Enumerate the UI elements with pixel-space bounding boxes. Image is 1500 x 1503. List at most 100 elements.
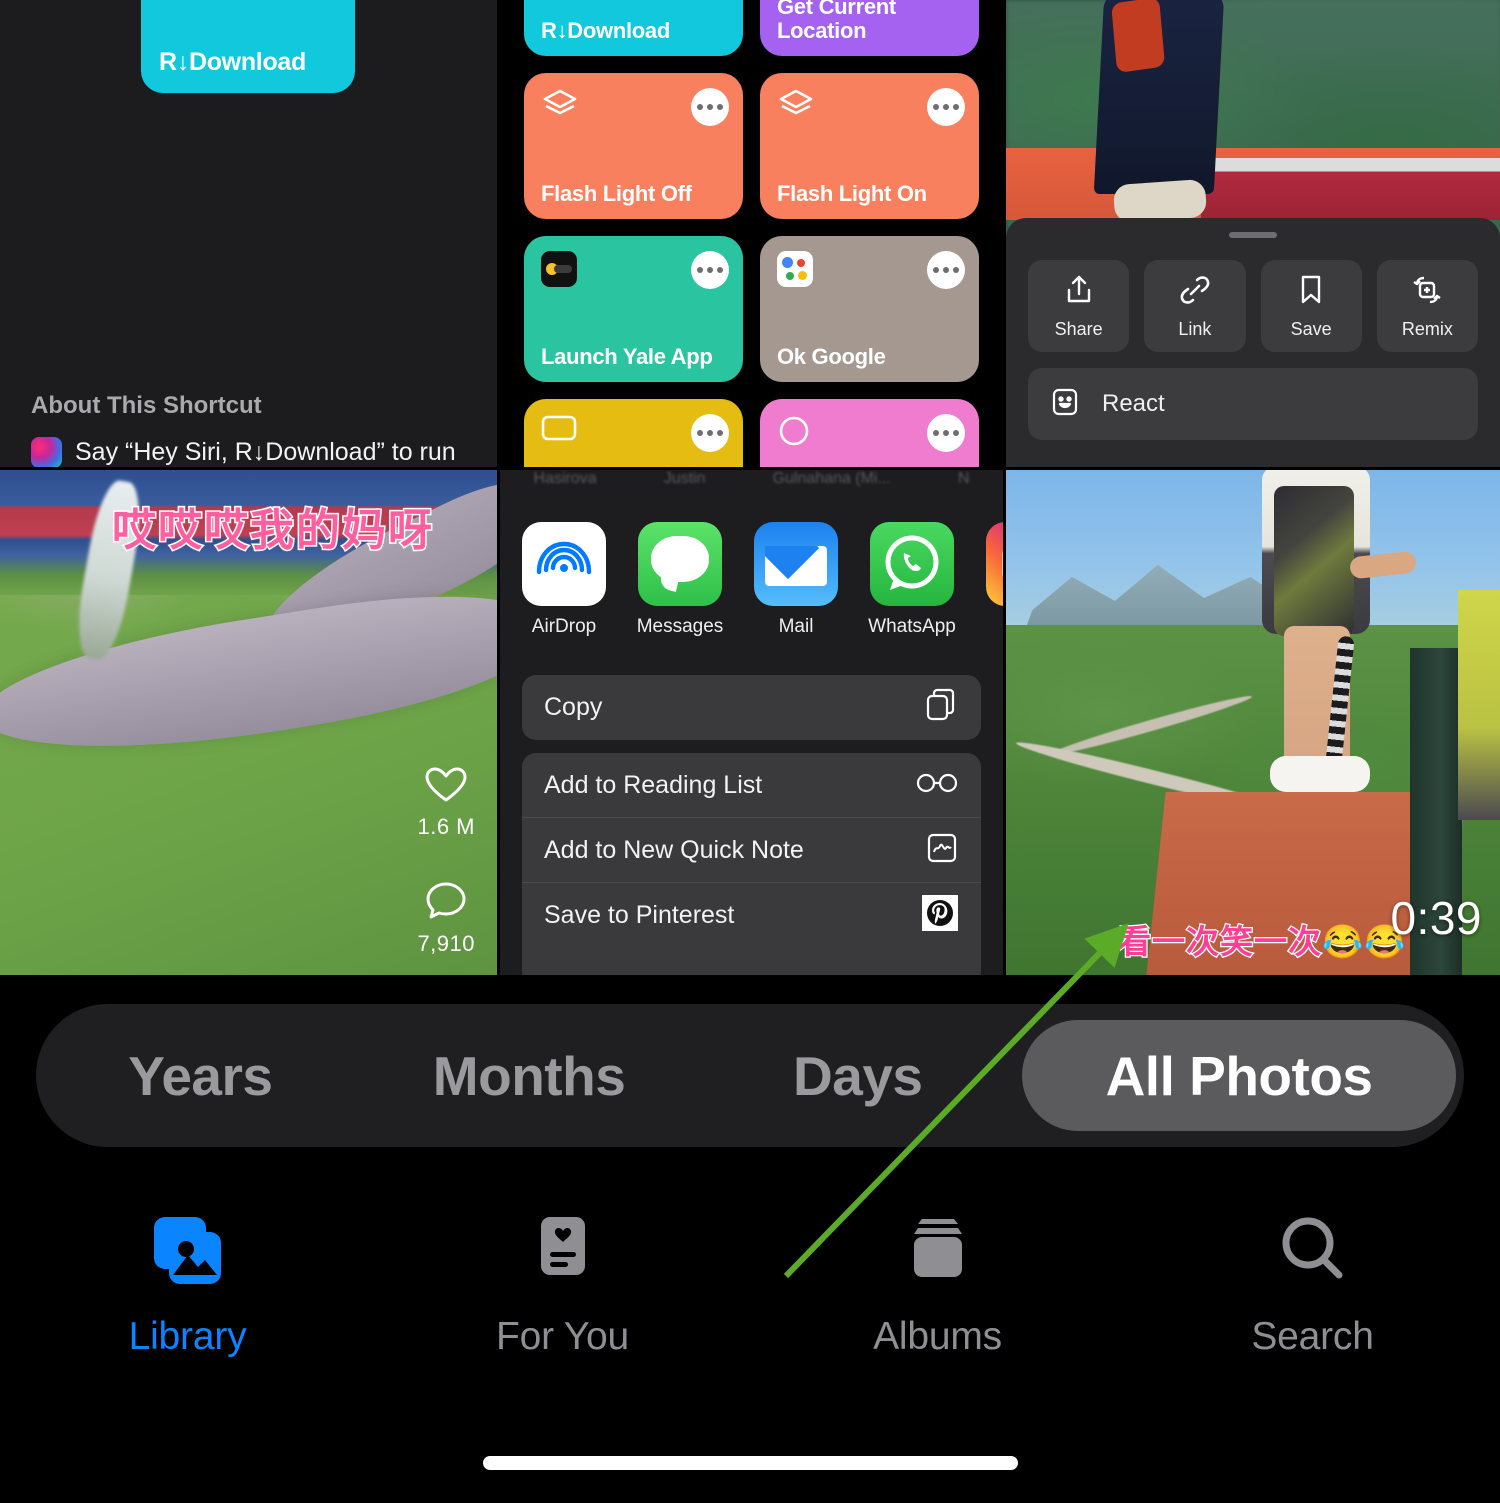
- share-action-list: Add to Reading List Add to New Quick Not…: [522, 753, 981, 975]
- for-you-icon: [517, 1205, 609, 1297]
- photos-library-icon: [142, 1205, 234, 1297]
- search-icon: [1267, 1205, 1359, 1297]
- ghost-contact-name: Hasirova: [533, 470, 597, 487]
- video-caption-overlay: 看一次笑一次😂😂: [1117, 922, 1407, 962]
- shortcut-tile-flashlight-off: Flash Light Off: [524, 73, 743, 219]
- share-app-row: AirDrop Messages Mail WhatsApp: [522, 522, 1003, 638]
- share-target-label: Mail: [778, 616, 814, 637]
- video-caption-overlay: 哎哎哎我的妈呀: [111, 505, 434, 557]
- quicknote-icon: [925, 831, 959, 870]
- shortcut-tile-label: Get Current Location: [777, 0, 896, 44]
- shortcut-tile-pink: [760, 399, 979, 467]
- tile-menu-button[interactable]: [927, 414, 965, 452]
- ghost-contact-name: Gulnahana (Mi...: [772, 470, 891, 487]
- shortcut-tile-label: Flash Light On: [777, 181, 927, 207]
- share-target-mail[interactable]: Mail: [754, 522, 838, 638]
- shortcuts-tile-grid: R↓Download Get Current Location Flash Li…: [524, 0, 979, 467]
- ghost-contact-name: Justin: [663, 470, 706, 487]
- siri-hint-text: Say “Hey Siri, R↓Download” to run: [75, 438, 456, 466]
- person-shoe: [1112, 178, 1208, 224]
- layers-icon: [777, 88, 815, 127]
- share-target-label: WhatsApp: [868, 616, 956, 637]
- share-up-icon: [1061, 272, 1097, 313]
- copy-action-row[interactable]: Copy: [522, 675, 981, 740]
- photo-thumbnail-video-actions[interactable]: Share Link Save Remix React: [1006, 0, 1500, 467]
- red-white-rail: [1201, 158, 1500, 220]
- messages-icon: [638, 522, 722, 606]
- bookmark-icon: [1293, 272, 1329, 313]
- share-target-label: AirDrop: [531, 616, 597, 637]
- add-to-reading-list-row[interactable]: Add to Reading List: [522, 753, 981, 818]
- segment-all-photos[interactable]: All Photos: [1022, 1020, 1456, 1131]
- shortcut-tile-label: R↓Download: [159, 48, 306, 76]
- share-button[interactable]: Share: [1028, 260, 1130, 352]
- photo-thumbnail-shortcut-detail[interactable]: R↓Download About This Shortcut Say “Hey …: [0, 0, 497, 467]
- photo-thumbnail-bungee-video[interactable]: 看一次笑一次😂😂 0:39: [1006, 470, 1500, 975]
- save-to-pinterest-row[interactable]: Save to Pinterest: [522, 883, 981, 948]
- card-icon: [541, 414, 577, 447]
- layers-icon: [541, 88, 579, 127]
- staff-person: [1458, 590, 1500, 820]
- whatsapp-icon: [870, 522, 954, 606]
- home-indicator: [483, 1456, 1018, 1470]
- share-target-airdrop[interactable]: AirDrop: [522, 522, 606, 638]
- tab-search[interactable]: Search: [1125, 1185, 1500, 1359]
- share-target-instagram[interactable]: Ins: [986, 522, 1003, 638]
- tile-menu-button[interactable]: [691, 414, 729, 452]
- link-button[interactable]: Link: [1144, 260, 1246, 352]
- video-action-sheet: Share Link Save Remix React: [1006, 218, 1500, 467]
- react-button[interactable]: React: [1028, 368, 1478, 440]
- comment-count: 7,910: [417, 931, 475, 956]
- action-label: Add to New Quick Note: [544, 835, 804, 864]
- instagram-icon: [986, 522, 1003, 606]
- tab-label: Albums: [873, 1315, 1002, 1358]
- share-primary-action-list: Copy: [522, 675, 981, 740]
- person-legs: [1093, 0, 1225, 194]
- tile-menu-button[interactable]: [691, 251, 729, 289]
- siri-orb-icon: [31, 437, 62, 467]
- shortcut-tile-flashlight-on: Flash Light On: [760, 73, 979, 219]
- photo-thumbnail-aerial-road[interactable]: 哎哎哎我的妈呀 1.6 M 7,910: [0, 470, 497, 975]
- action-label: Add to Reading List: [544, 770, 763, 799]
- segment-months[interactable]: Months: [365, 1004, 694, 1147]
- copy-action-label: Copy: [544, 693, 603, 721]
- segment-years[interactable]: Years: [36, 1004, 365, 1147]
- ghost-contact-row: Hasirova Justin Gulnahana (Mi... N: [500, 470, 1003, 488]
- photo-thumbnail-shortcuts-gallery[interactable]: R↓Download Get Current Location Flash Li…: [500, 0, 1003, 467]
- comment-stat: 7,910: [417, 880, 475, 957]
- photo-thumbnail-share-sheet[interactable]: Hasirova Justin Gulnahana (Mi... N AirDr…: [500, 470, 1003, 975]
- like-stat: 1.6 M: [417, 765, 475, 840]
- about-this-shortcut-header: About This Shortcut: [31, 392, 262, 419]
- shortcut-tile-label: R↓Download: [541, 18, 670, 44]
- remix-button-label: Remix: [1401, 319, 1453, 339]
- shortcut-tile-download: R↓Download: [524, 0, 743, 56]
- tab-albums[interactable]: Albums: [750, 1185, 1125, 1359]
- shortcut-tile-label: Flash Light Off: [541, 181, 692, 207]
- remix-icon: [1409, 272, 1445, 313]
- tile-menu-button[interactable]: [927, 88, 965, 126]
- shortcut-tile: R↓Download: [141, 0, 355, 93]
- shortcut-tile-label: Ok Google: [777, 344, 886, 370]
- tile-menu-button[interactable]: [691, 88, 729, 126]
- sheet-grabber-handle[interactable]: [1229, 232, 1277, 238]
- action-button-row: Share Link Save Remix: [1028, 260, 1478, 352]
- tab-for-you[interactable]: For You: [375, 1185, 750, 1359]
- add-to-quick-note-row[interactable]: Add to New Quick Note: [522, 818, 981, 883]
- save-button[interactable]: Save: [1260, 260, 1362, 352]
- remix-button[interactable]: Remix: [1376, 260, 1478, 352]
- photos-app-screen: R↓Download About This Shortcut Say “Hey …: [0, 0, 1500, 1503]
- react-button-label: React: [1102, 390, 1165, 417]
- copy-icon: [923, 687, 959, 728]
- timeline-scope-segmented-control: Years Months Days All Photos: [36, 1004, 1464, 1147]
- share-target-messages[interactable]: Messages: [637, 522, 723, 638]
- link-button-label: Link: [1178, 319, 1212, 339]
- jumper-harness: [1274, 486, 1354, 636]
- yale-app-icon: [541, 251, 577, 287]
- tab-library[interactable]: Library: [0, 1185, 375, 1359]
- shortcut-tile-ok-google: Ok Google: [760, 236, 979, 382]
- action-label: Save to Pinterest: [544, 901, 735, 929]
- segment-days[interactable]: Days: [693, 1004, 1022, 1147]
- share-target-whatsapp[interactable]: WhatsApp: [868, 522, 956, 638]
- jumper-shoes: [1270, 756, 1370, 792]
- tile-menu-button[interactable]: [927, 251, 965, 289]
